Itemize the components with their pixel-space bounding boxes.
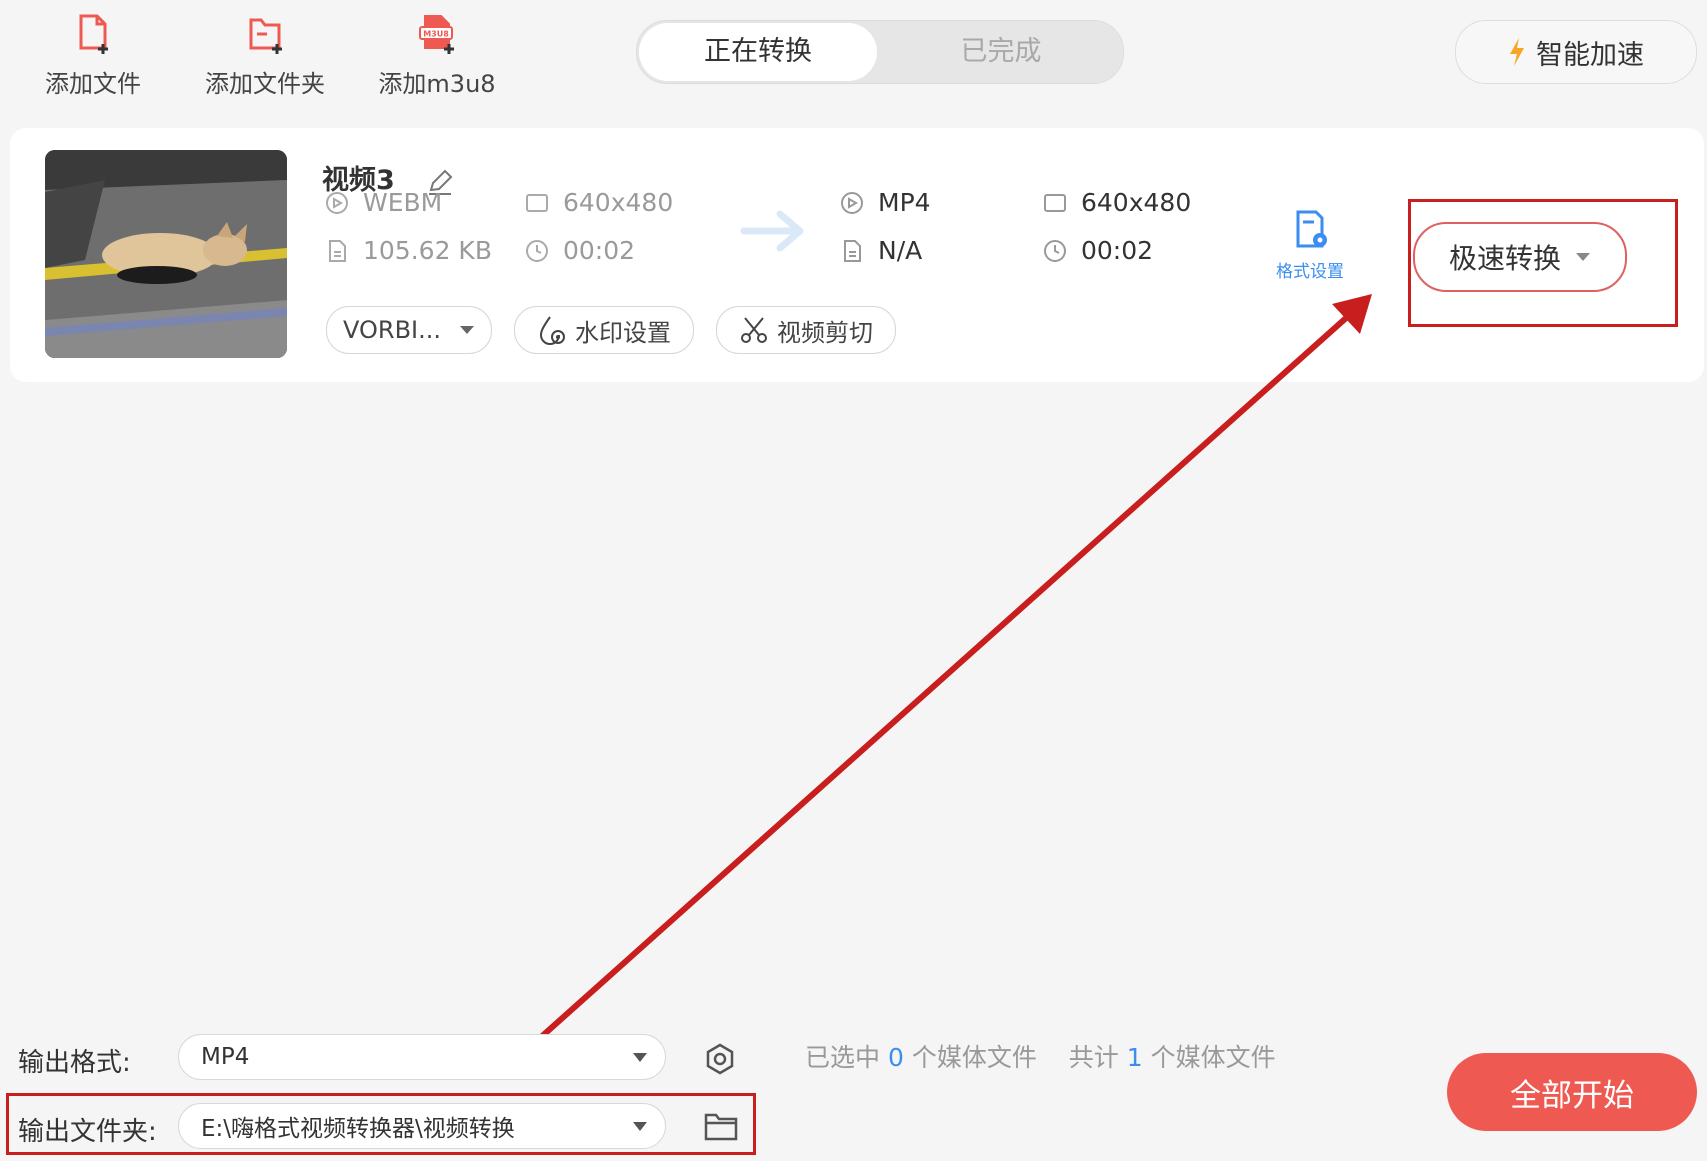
folder-icon[interactable] [704,1111,738,1141]
selected-suffix: 个媒体文件 [911,1043,1037,1072]
selected-prefix: 已选中 [805,1043,881,1072]
annotation-arrow [538,294,1372,1041]
settings-icon[interactable] [704,1043,736,1075]
output-folder-select[interactable]: E:\嗨格式视频转换器\视频转换 [178,1103,666,1149]
start-all-label: 全部开始 [1510,1077,1634,1114]
file-count-status: 已选中 0 个媒体文件 共计 1 个媒体文件 [805,1038,1276,1074]
chevron-down-icon [633,1053,647,1062]
selected-count: 0 [887,1043,904,1072]
output-folder-value: E:\嗨格式视频转换器\视频转换 [201,1116,515,1142]
total-prefix: 共计 [1068,1043,1119,1072]
total-suffix: 个媒体文件 [1150,1043,1276,1072]
output-format-value: MP4 [201,1044,250,1070]
output-folder-label: 输出文件夹: [18,1117,157,1147]
output-format-label: 输出格式: [18,1048,131,1078]
chevron-down-icon [633,1122,647,1131]
start-all-button[interactable]: 全部开始 [1447,1053,1697,1131]
output-format-select[interactable]: MP4 [178,1034,666,1080]
total-count: 1 [1126,1043,1143,1072]
